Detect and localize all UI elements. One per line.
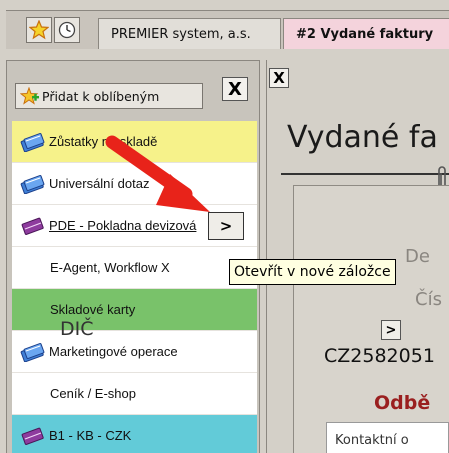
favorites-star-button[interactable]: [26, 17, 52, 43]
list-item-label: PDE - Pokladna devizová: [49, 218, 197, 233]
faded-label: Čís: [415, 289, 442, 310]
customer-heading: Odbě: [374, 392, 431, 414]
tab-vydane-faktury[interactable]: #2 Vydané faktury: [283, 18, 449, 49]
list-item-label: B1 - KB - CZK: [49, 428, 132, 443]
book-purple-icon: [21, 217, 44, 235]
open-in-new-tab-button[interactable]: >: [208, 212, 244, 240]
close-icon: X: [273, 69, 285, 87]
tab-label: PREMIER system, a.s.: [111, 26, 251, 42]
history-button[interactable]: [54, 17, 80, 43]
favorites-panel: Přidat k oblíbeným X Zůstatky na skladě …: [6, 60, 260, 453]
list-item[interactable]: Marketingové operace: [12, 331, 257, 373]
dic-lookup-button[interactable]: >: [381, 320, 401, 340]
list-item-label: Zůstatky na skladě: [49, 134, 158, 149]
tab-strip: PREMIER system, a.s. #2 Vydané faktury: [6, 10, 449, 49]
add-to-favorites-label: Přidat k oblíbeným: [42, 88, 160, 104]
star-plus-icon: [20, 87, 39, 105]
list-item-label: Marketingové operace: [49, 344, 178, 359]
books-icon: [20, 174, 45, 194]
star-icon: [29, 20, 49, 40]
list-item-label: E-Agent, Workflow X: [50, 260, 170, 275]
clock-icon: [58, 21, 76, 39]
dic-value: CZ2582051: [324, 345, 435, 367]
list-item[interactable]: Universální dotaz: [12, 163, 257, 205]
book-purple-icon: [21, 427, 44, 445]
chevron-right-icon: >: [219, 217, 233, 235]
list-item[interactable]: Skladové karty: [12, 289, 257, 331]
list-item-label: Universální dotaz: [49, 176, 150, 191]
list-item[interactable]: E-Agent, Workflow X: [12, 247, 257, 289]
list-item[interactable]: Zůstatky na skladě: [12, 121, 257, 163]
page-title: Vydané fa: [287, 120, 438, 155]
list-item-label: Skladové karty: [50, 302, 136, 317]
close-document-button[interactable]: X: [269, 68, 289, 88]
list-item-label: Ceník / E-shop: [50, 386, 136, 401]
faded-label: De: [405, 246, 430, 267]
tab-label-active: #2 Vydané faktury: [296, 26, 434, 42]
favorites-list: Zůstatky na skladě Universální dotaz PDE…: [12, 121, 257, 453]
list-item[interactable]: Ceník / E-shop: [12, 373, 257, 415]
contact-field[interactable]: Kontaktní o: [326, 422, 449, 453]
close-favorites-button[interactable]: X: [222, 77, 248, 101]
close-icon: X: [228, 78, 242, 100]
tooltip: Otevřít v nové záložce: [229, 259, 396, 285]
title-divider: [281, 173, 449, 175]
list-item[interactable]: B1 - KB - CZK: [12, 415, 257, 453]
dic-label: DIČ: [60, 318, 94, 340]
books-icon: [20, 342, 45, 362]
app-window: PREMIER system, a.s. #2 Vydané faktury P…: [0, 0, 449, 453]
add-to-favorites-button[interactable]: Přidat k oblíbeným: [15, 83, 203, 109]
chevron-right-icon: >: [385, 322, 397, 338]
tab-premier-system[interactable]: PREMIER system, a.s.: [98, 18, 281, 49]
books-icon: [20, 132, 45, 152]
